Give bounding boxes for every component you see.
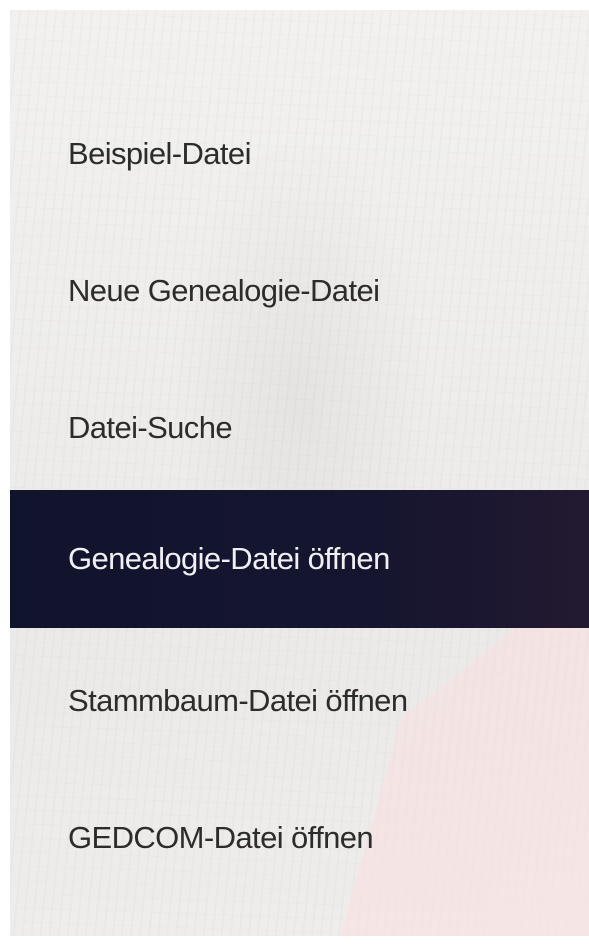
file-menu-list: Beispiel-Datei Neue Genealogie-Datei Dat… — [10, 10, 589, 936]
menu-item-label: Stammbaum-Datei öffnen — [68, 683, 408, 718]
menu-item-new-genealogy-file[interactable]: Neue Genealogie-Datei — [10, 222, 589, 360]
menu-item-file-search[interactable]: Datei-Suche — [10, 359, 589, 497]
file-menu-panel: Beispiel-Datei Neue Genealogie-Datei Dat… — [10, 10, 589, 936]
menu-item-label: Neue Genealogie-Datei — [68, 273, 380, 308]
menu-item-label: Datei-Suche — [68, 410, 233, 445]
menu-item-sample-file[interactable]: Beispiel-Datei — [10, 85, 589, 223]
menu-item-label: Beispiel-Datei — [68, 136, 251, 171]
menu-item-label: Genealogie-Datei öffnen — [68, 541, 390, 576]
menu-item-open-gedcom-file[interactable]: GEDCOM-Datei öffnen — [10, 769, 589, 907]
menu-item-open-genealogy-file[interactable]: Genealogie-Datei öffnen — [10, 490, 589, 628]
menu-item-label: GEDCOM-Datei öffnen — [68, 820, 374, 855]
menu-item-open-family-tree-file[interactable]: Stammbaum-Datei öffnen — [10, 632, 589, 770]
